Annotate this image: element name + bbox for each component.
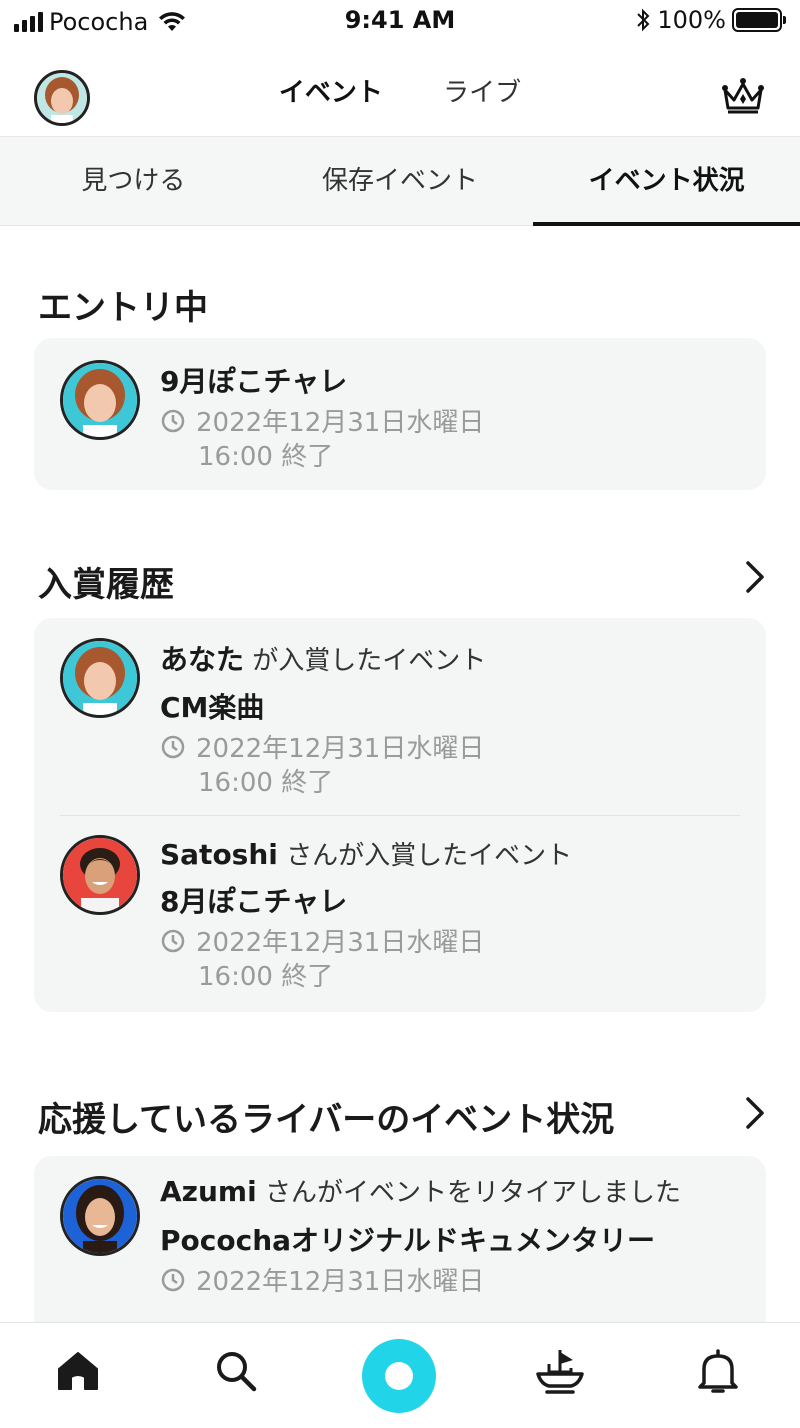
clock-icon [161,929,185,953]
tab-saved-events[interactable]: 保存イベント [267,137,534,225]
support-section-title: 応援しているライバーのイベント状況 [38,1100,615,1140]
search-icon[interactable] [206,1341,266,1401]
battery-icon [732,8,786,32]
chevron-right-icon[interactable] [744,1096,766,1130]
event-end-time: 16:00 終了 [198,442,334,472]
clock-icon [161,735,185,759]
battery-percent: 100% [657,6,726,34]
event-name: CM楽曲 [160,691,265,724]
avatar [60,638,140,718]
list-item[interactable]: Satoshi さんが入賞したイベント 8月ぽこチャレ 2022年12月31日水… [34,815,766,1012]
avatar [60,360,140,440]
entry-section-title: エントリ中 [38,288,208,328]
bottom-nav [0,1322,800,1428]
award-section-title: 入賞履歴 [38,565,174,605]
tab-event-status[interactable]: イベント状況 [533,137,800,226]
record-icon [385,1362,413,1390]
home-icon[interactable] [48,1341,108,1401]
crown-icon[interactable] [720,74,766,116]
clock-icon [161,1268,185,1292]
event-name: 8月ぽこチャレ [160,885,348,918]
live-button[interactable] [362,1339,436,1413]
avatar [60,1176,140,1256]
event-name: 9月ぽこチャレ [160,365,348,398]
event-date: 2022年12月31日水曜日 16:00 終了 [160,732,746,800]
event-date: 2022年12月31日水曜日 [160,1265,746,1299]
status-bar: Pococha 9:41 AM 100% [0,0,800,44]
event-date: 2022年12月31日水曜日 16:00 終了 [160,926,746,994]
event-name: Pocochaオリジナルドキュメンタリー [160,1224,656,1257]
event-end-time: 16:00 終了 [198,768,334,798]
entry-card[interactable]: 9月ぽこチャレ 2022年12月31日水曜日 16:00 終了 [34,338,766,490]
sub-tab-bar: 見つける 保存イベント イベント状況 [0,136,800,226]
status-owner: Azumi さんがイベントをリタイアしました [160,1175,681,1208]
list-item[interactable]: 9月ぽこチャレ 2022年12月31日水曜日 16:00 終了 [34,338,766,490]
ship-icon[interactable] [530,1341,590,1401]
bell-icon[interactable] [688,1341,748,1401]
award-owner: あなた が入賞したイベント [160,643,487,676]
tab-live[interactable]: ライブ [443,72,521,109]
award-card: あなた が入賞したイベント CM楽曲 2022年12月31日水曜日 16:00 … [34,618,766,1012]
app-header: イベント ライブ [0,44,800,136]
award-owner: Satoshi さんが入賞したイベント [160,838,573,871]
bluetooth-icon [637,8,650,32]
chevron-right-icon[interactable] [744,560,766,594]
avatar [60,835,140,915]
clock-icon [161,409,185,433]
tab-event[interactable]: イベント [279,72,383,109]
event-end-time: 16:00 終了 [198,962,334,992]
tab-discover[interactable]: 見つける [0,137,267,225]
event-date: 2022年12月31日水曜日 16:00 終了 [160,406,746,474]
list-item[interactable]: あなた が入賞したイベント CM楽曲 2022年12月31日水曜日 16:00 … [34,618,766,815]
